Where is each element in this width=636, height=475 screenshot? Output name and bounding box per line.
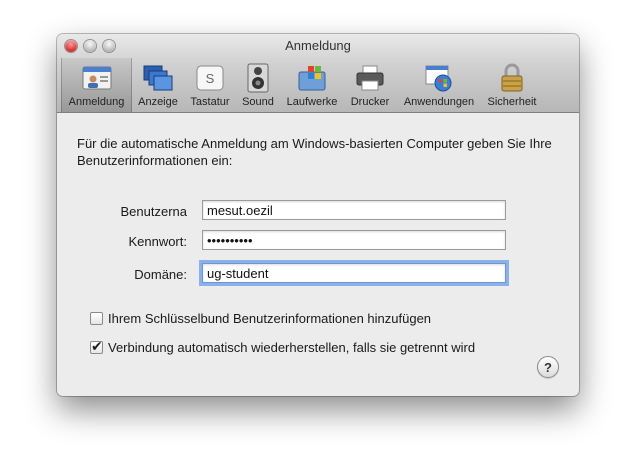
tab-anmeldung[interactable]: Anmeldung — [61, 58, 132, 112]
display-icon — [142, 62, 174, 94]
tab-label: Sound — [242, 96, 274, 108]
keychain-checkbox-label: Ihrem Schlüsselbund Benutzerinformatione… — [108, 311, 432, 326]
reconnect-checkbox-row[interactable]: Verbindung automatisch wiederherstellen,… — [90, 338, 476, 355]
title-bar: Anmeldung Anmeldung Anzeige S Tastatur S… — [57, 34, 579, 113]
tab-label: Sicherheit — [487, 96, 537, 108]
tab-label: Anmeldung — [68, 96, 125, 108]
username-input[interactable] — [202, 200, 506, 220]
tab-label: Tastatur — [190, 96, 230, 108]
toolbar: Anmeldung Anzeige S Tastatur Sound Laufw… — [61, 58, 542, 112]
domain-input[interactable] — [202, 263, 506, 283]
password-label: Kennwort: — [128, 234, 187, 249]
drive-folder-icon — [296, 62, 328, 94]
keychain-checkbox[interactable] — [90, 312, 103, 325]
keyboard-key-icon: S — [194, 62, 226, 94]
reconnect-checkbox-label: Verbindung automatisch wiederherstellen,… — [108, 340, 476, 355]
tab-anwendungen[interactable]: Anwendungen — [396, 58, 482, 112]
password-row: Kennwort: — [57, 230, 579, 252]
tab-laufwerke[interactable]: Laufwerke — [280, 58, 344, 112]
preferences-window: Anmeldung Anmeldung Anzeige S Tastatur S… — [57, 34, 579, 396]
tab-tastatur[interactable]: S Tastatur — [184, 58, 236, 112]
keychain-checkbox-row[interactable]: Ihrem Schlüsselbund Benutzerinformatione… — [90, 311, 431, 326]
username-row: Benutzerna — [57, 200, 579, 222]
id-card-icon — [81, 62, 113, 94]
reconnect-checkbox[interactable] — [90, 338, 103, 355]
help-button[interactable]: ? — [537, 356, 559, 378]
tab-sicherheit[interactable]: Sicherheit — [482, 58, 542, 112]
tab-drucker[interactable]: Drucker — [344, 58, 396, 112]
svg-text:S: S — [206, 71, 215, 86]
tab-label: Anzeige — [138, 96, 178, 108]
username-label: Benutzerna — [120, 204, 188, 219]
tab-sound[interactable]: Sound — [236, 58, 280, 112]
password-input[interactable] — [202, 230, 506, 250]
login-panel: Für die automatische Anmeldung am Window… — [57, 113, 579, 396]
domain-row: Domäne: — [57, 263, 579, 285]
tab-label: Laufwerke — [286, 96, 338, 108]
lock-icon — [496, 62, 528, 94]
applications-icon — [423, 62, 455, 94]
tab-anzeige[interactable]: Anzeige — [132, 58, 184, 112]
printer-icon — [354, 62, 386, 94]
window-title: Anmeldung — [285, 38, 351, 53]
tab-label: Drucker — [350, 96, 390, 108]
domain-label: Domäne: — [134, 267, 187, 282]
speaker-icon — [242, 62, 274, 94]
tab-label: Anwendungen — [403, 96, 475, 108]
intro-text: Für die automatische Anmeldung am Window… — [77, 136, 552, 168]
